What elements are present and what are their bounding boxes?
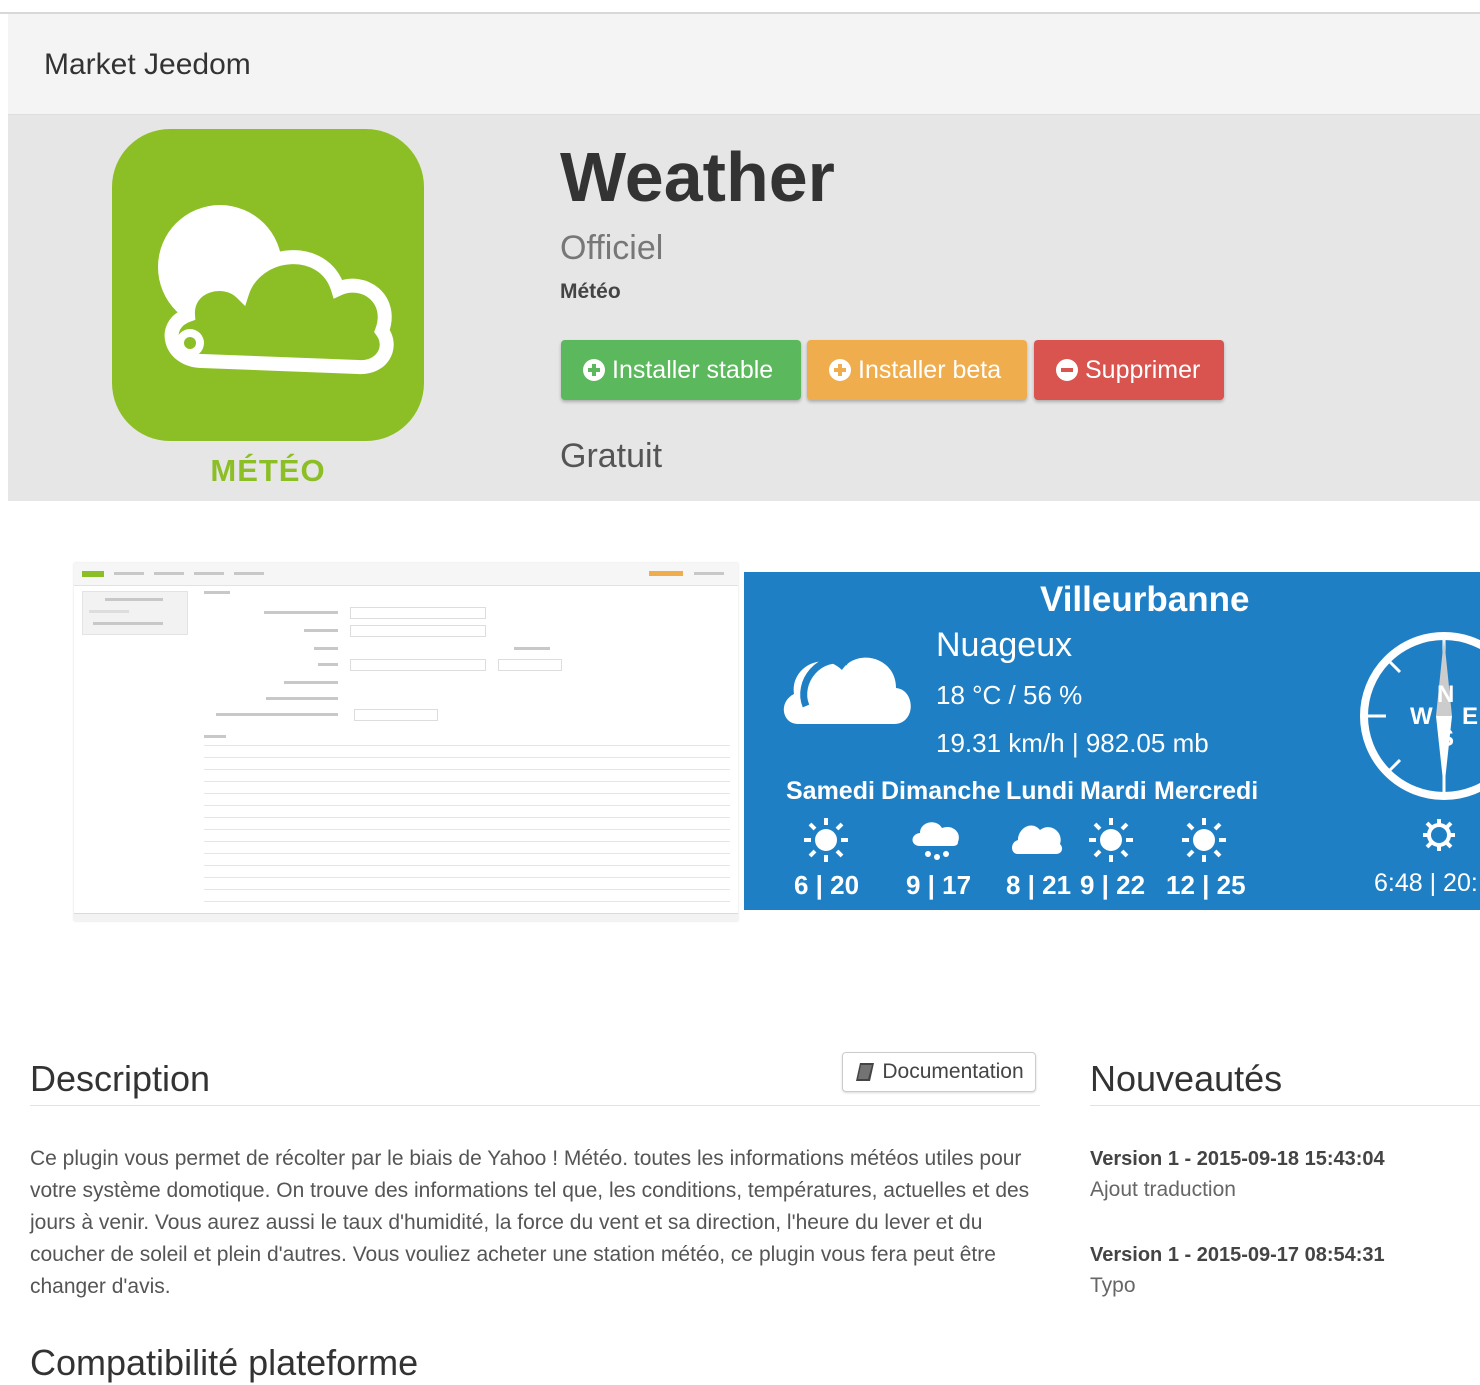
forecast-temps: 9 | 17	[906, 870, 972, 900]
documentation-label: Documentation	[882, 1060, 1024, 1083]
cloud-icon	[1012, 825, 1063, 854]
screenshot-sidebar	[82, 591, 188, 635]
forecast-temps: 6 | 20	[794, 870, 860, 900]
forecast-days: Samedi Dimanche Lundi Mardi Mercredi	[782, 777, 1262, 811]
weather-widget-screenshot[interactable]: Villeurbanne Nuageux 18 °C / 56 % 19.31 …	[744, 572, 1480, 910]
sun-times: 6:48 | 20:	[1374, 869, 1478, 897]
news-text: Ajout traduction	[1090, 1178, 1236, 1201]
widget-temperature-humidity: 18 °C / 56 %	[936, 680, 1083, 710]
news-version: Version 1 - 2015-09-18 15:43:04	[1090, 1148, 1385, 1170]
news-text: Typo	[1090, 1274, 1136, 1297]
compass-south: S	[1438, 725, 1454, 752]
remove-label: Supprimer	[1085, 355, 1201, 384]
cloud-sun-icon	[158, 205, 394, 375]
widget-wind-pressure: 19.31 km/h | 982.05 mb	[936, 728, 1209, 758]
cloud-icon	[783, 656, 911, 724]
description-divider	[30, 1105, 1040, 1106]
book-icon	[856, 1063, 875, 1081]
forecast-day: Dimanche	[881, 777, 1001, 805]
forecast-day: Mercredi	[1154, 777, 1259, 805]
snow-cloud-icon	[912, 822, 959, 860]
top-border	[0, 0, 1480, 14]
news-divider	[1090, 1105, 1480, 1106]
plugin-hero: MÉTÉO Weather Officiel Météo Installer s…	[8, 115, 1480, 501]
forecast-temps: 9 | 22	[1080, 870, 1146, 900]
widget-city: Villeurbanne	[1040, 580, 1250, 619]
minus-circle-icon	[1056, 359, 1078, 381]
install-beta-button[interactable]: Installer beta	[807, 340, 1027, 400]
forecast-temps: 8 | 21	[1006, 870, 1072, 900]
compass-north: N	[1437, 681, 1454, 708]
forecast-day: Samedi	[786, 777, 875, 805]
sunrise-icon	[1423, 819, 1455, 851]
plugin-author: Officiel	[560, 229, 664, 267]
screenshot-navbar	[74, 563, 738, 586]
forecast-day: Lundi	[1006, 777, 1075, 805]
config-screenshot[interactable]	[74, 563, 738, 921]
sun-icon	[1089, 818, 1133, 862]
description-text: Ce plugin vous permet de récolter par le…	[30, 1147, 1030, 1298]
news-item: Version 1 - 2015-09-17 08:54:31 Typo	[1090, 1240, 1470, 1302]
sun-icon	[804, 818, 848, 862]
remove-button[interactable]: Supprimer	[1034, 340, 1224, 400]
compass-west: W	[1410, 703, 1433, 730]
plus-circle-icon	[829, 359, 851, 381]
documentation-button[interactable]: Documentation	[842, 1052, 1036, 1092]
install-stable-button[interactable]: Installer stable	[561, 340, 801, 400]
header-bar: Market Jeedom	[8, 14, 1480, 115]
compass-east: E	[1462, 703, 1478, 730]
install-stable-label: Installer stable	[612, 355, 774, 384]
header-title: Market Jeedom	[44, 48, 251, 81]
description-heading: Description	[30, 1058, 211, 1099]
plugin-price: Gratuit	[560, 437, 663, 475]
widget-condition: Nuageux	[936, 626, 1073, 664]
compass-icon: N W E S	[1360, 632, 1480, 800]
news-item: Version 1 - 2015-09-18 15:43:04 Ajout tr…	[1090, 1144, 1470, 1206]
plugin-title: Weather	[560, 138, 835, 216]
compatibility-heading: Compatibilité plateforme	[30, 1342, 419, 1383]
forecast-day: Mardi	[1080, 777, 1147, 805]
news-version: Version 1 - 2015-09-17 08:54:31	[1090, 1244, 1385, 1266]
news-heading: Nouveautés	[1090, 1058, 1283, 1099]
forecast-temps: 12 | 25	[1166, 870, 1246, 900]
screenshot-footer	[74, 913, 738, 921]
weather-app-icon	[112, 129, 424, 441]
icon-caption: MÉTÉO	[210, 453, 326, 488]
plus-circle-icon	[583, 359, 605, 381]
sun-icon	[1182, 818, 1226, 862]
install-beta-label: Installer beta	[858, 355, 1002, 384]
plugin-category: Météo	[560, 280, 621, 303]
